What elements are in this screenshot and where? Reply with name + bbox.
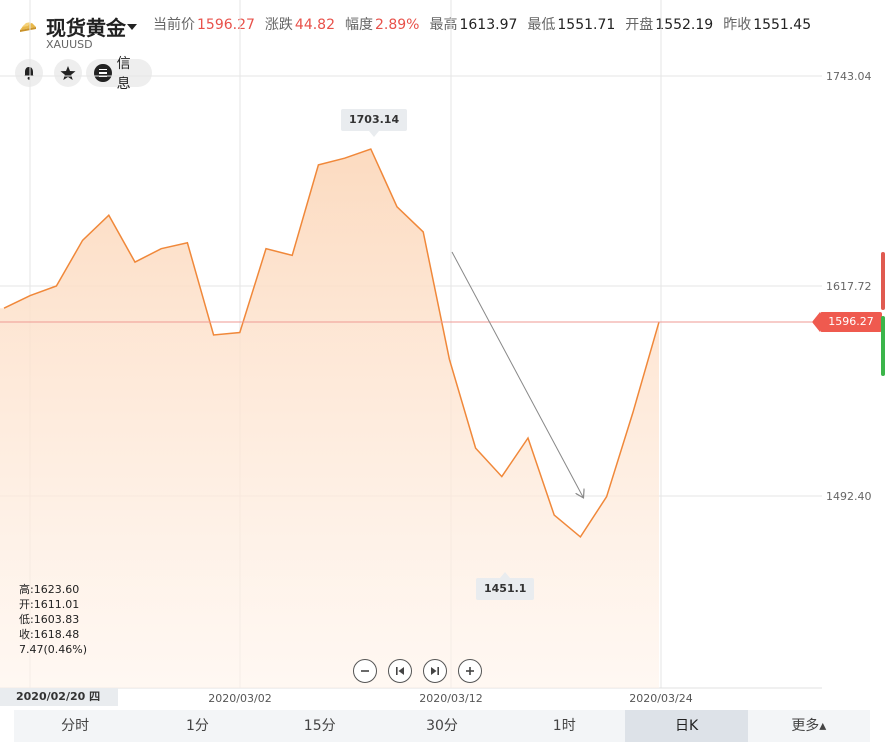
- x-axis-labels: 2020/03/02 2020/03/12 2020/03/24: [208, 692, 692, 705]
- tab-period[interactable]: 1分: [136, 710, 258, 742]
- tab-period[interactable]: 30分: [381, 710, 503, 742]
- ohlc-low: 低:1603.83: [19, 613, 80, 626]
- x-tick-label: 2020/03/02: [208, 692, 271, 705]
- zoom-out-button[interactable]: [353, 659, 377, 683]
- plus-icon: [466, 667, 474, 675]
- ohlc-readout: 高:1623.60 开:1611.01 低:1603.83 收:1618.48 …: [19, 582, 87, 657]
- tab-period[interactable]: 15分: [259, 710, 381, 742]
- jump-end-button[interactable]: [423, 659, 447, 683]
- skip-forward-icon: [431, 667, 439, 675]
- tab-period-active[interactable]: 日K: [625, 710, 748, 742]
- ohlc-close: 收:1618.48: [19, 628, 80, 641]
- high-price-callout: 1703.14: [341, 109, 408, 137]
- edge-marker-up: [881, 252, 885, 310]
- period-tabs: 分时 1分 15分 30分 1时 日K 更多▴: [14, 710, 870, 742]
- tab-period[interactable]: 1时: [503, 710, 625, 742]
- jump-start-button[interactable]: [388, 659, 412, 683]
- price-chart[interactable]: 1743.041617.721492.40 2020/03/02 2020/03/…: [0, 0, 885, 710]
- y-axis-labels: 1743.04 1617.72 1492.40: [826, 70, 872, 503]
- tab-period[interactable]: 分时: [14, 710, 136, 742]
- zoom-in-button[interactable]: [458, 659, 482, 683]
- tab-period-more[interactable]: 更多▴: [748, 710, 870, 742]
- edge-marker-down: [881, 316, 885, 376]
- chart-zoom-controls: [353, 659, 482, 683]
- minus-icon: [361, 670, 369, 672]
- current-price-tag: 1596.27: [812, 312, 882, 332]
- ohlc-high: 高:1623.60: [19, 583, 80, 596]
- x-tick-label: 2020/03/12: [419, 692, 482, 705]
- price-area: [0, 149, 659, 688]
- ohlc-change: 7.47(0.46%): [19, 643, 88, 656]
- skip-back-icon: [396, 667, 404, 675]
- y-tick-label: 1617.72: [826, 280, 872, 293]
- x-tick-label: 2020/03/24: [629, 692, 692, 705]
- low-price-callout: 1451.1: [476, 572, 535, 600]
- y-tick-label: 1492.40: [826, 490, 872, 503]
- selected-date-tag: 2020/02/20 四: [0, 688, 118, 706]
- y-tick-label: 1743.04: [826, 70, 872, 83]
- ohlc-open: 开:1611.01: [19, 598, 80, 611]
